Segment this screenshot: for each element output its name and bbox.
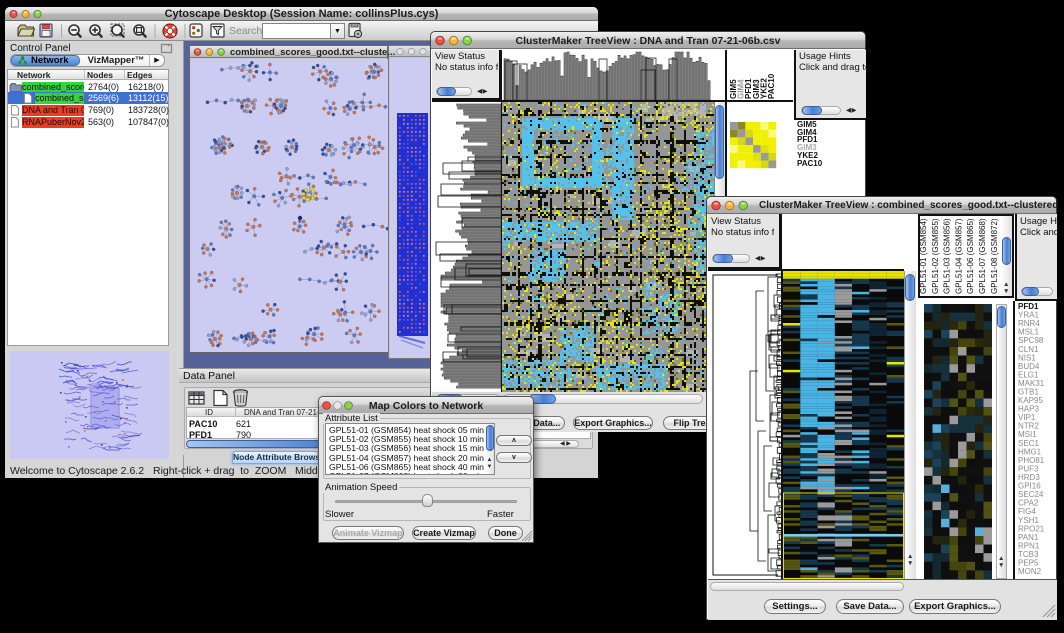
svg-text:GPL51-01 (GSM854): GPL51-01 (GSM854) <box>919 218 928 294</box>
svg-text:GPL51-06 (GSM865): GPL51-06 (GSM865) <box>966 218 975 294</box>
svg-text:GPL51-07 (GSM868): GPL51-07 (GSM868) <box>978 218 987 294</box>
svg-text:GPL51-08 (GSM872): GPL51-08 (GSM872) <box>990 218 999 294</box>
svg-text:GPL51-04 (GSM857): GPL51-04 (GSM857) <box>954 218 963 294</box>
svg-text:GPL51-03 (GSM856): GPL51-03 (GSM856) <box>943 218 952 294</box>
svg-text:GPL51-02 (GSM855): GPL51-02 (GSM855) <box>931 218 940 294</box>
svg-text:PAC10: PAC10 <box>767 73 776 99</box>
svg-text:MON2: MON2 <box>1018 567 1042 576</box>
